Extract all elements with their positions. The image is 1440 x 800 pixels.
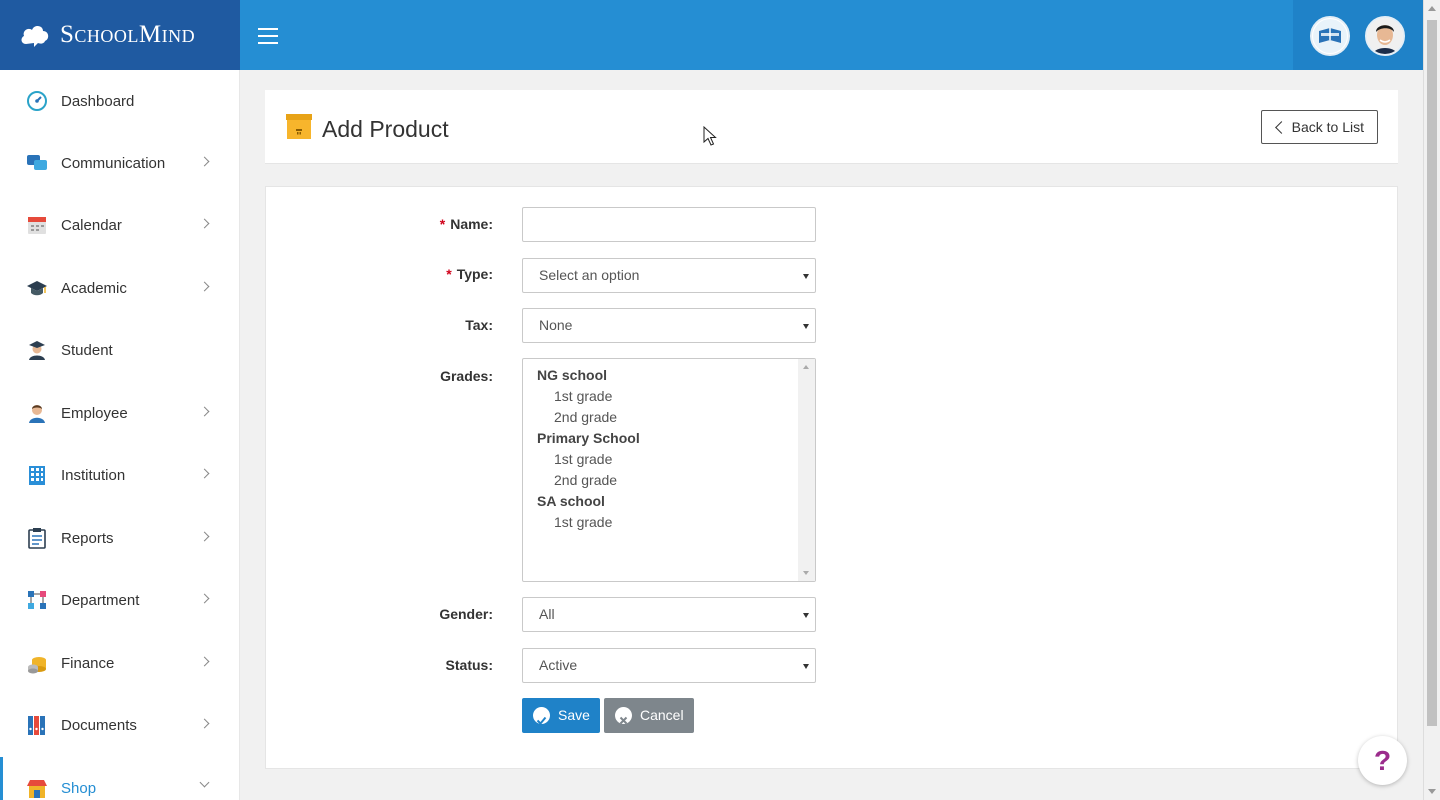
- grade-option[interactable]: 1st grade: [537, 449, 640, 470]
- scroll-down-icon[interactable]: [803, 571, 809, 575]
- type-select-value: Select an option: [539, 267, 640, 283]
- type-select[interactable]: Select an option: [522, 258, 816, 293]
- menu-toggle-icon[interactable]: [258, 28, 278, 44]
- help-icon: ?: [1373, 745, 1392, 776]
- grades-label: Grades:: [440, 368, 493, 384]
- mouse-cursor-icon: [703, 126, 717, 146]
- scroll-down-icon[interactable]: [1428, 789, 1436, 794]
- header-actions: [1293, 0, 1423, 70]
- employee-icon: [26, 402, 48, 424]
- page-title: Add Product: [322, 116, 449, 142]
- grade-option[interactable]: 2nd grade: [537, 407, 640, 428]
- grades-list: NG school 1st grade 2nd grade Primary Sc…: [537, 365, 640, 533]
- close-circle-icon: [615, 707, 632, 725]
- org-chart-icon: [26, 589, 48, 611]
- top-bar: SchoolMind: [0, 0, 1423, 70]
- type-label: * Type:: [446, 266, 493, 282]
- dashboard-icon: [26, 90, 48, 112]
- chevron-left-icon: [1274, 121, 1288, 134]
- sidebar-item-department[interactable]: Department: [0, 569, 240, 631]
- chevron-right-icon: [199, 593, 210, 604]
- back-to-list-label: Back to List: [1291, 119, 1364, 135]
- sidebar-item-employee[interactable]: Employee: [0, 382, 240, 444]
- book-icon: [1313, 19, 1347, 53]
- grade-group: SA school: [537, 493, 605, 509]
- sidebar: Dashboard Communication Calendar Academi…: [0, 70, 240, 800]
- scroll-up-icon[interactable]: [1428, 6, 1436, 11]
- product-form: * Name: * Type: Select an option Tax: None…: [265, 186, 1398, 769]
- building-icon: [26, 464, 48, 486]
- tax-select-value: None: [539, 317, 573, 333]
- binders-icon: [26, 714, 48, 736]
- page-scrollbar[interactable]: [1423, 0, 1440, 800]
- user-avatar[interactable]: [1365, 16, 1405, 56]
- sidebar-item-student[interactable]: Student: [0, 319, 240, 381]
- brand-logo[interactable]: SchoolMind: [0, 0, 240, 70]
- sidebar-item-documents[interactable]: Documents: [0, 694, 240, 756]
- gender-label: Gender:: [439, 606, 493, 622]
- school-logo-avatar[interactable]: [1310, 16, 1350, 56]
- grades-multiselect[interactable]: NG school 1st grade 2nd grade Primary Sc…: [522, 358, 816, 582]
- status-select[interactable]: Active: [522, 648, 816, 683]
- tax-label: Tax:: [465, 317, 493, 333]
- caret-down-icon: [803, 613, 809, 618]
- shop-icon: [26, 777, 48, 799]
- grade-option[interactable]: 1st grade: [537, 386, 640, 407]
- grade-group: Primary School: [537, 430, 640, 446]
- student-icon: [26, 339, 48, 361]
- chevron-right-icon: [199, 218, 210, 229]
- name-input[interactable]: [522, 207, 816, 242]
- chevron-down-icon: [199, 777, 210, 788]
- chevron-right-icon: [199, 531, 210, 542]
- sidebar-item-shop[interactable]: Shop: [0, 757, 240, 800]
- grade-group: NG school: [537, 367, 608, 383]
- grade-option[interactable]: 1st grade: [537, 512, 640, 533]
- page-header: Add Product Back to List: [265, 90, 1398, 164]
- product-box-icon: [286, 114, 312, 139]
- chevron-right-icon: [199, 718, 210, 729]
- caret-down-icon: [803, 664, 809, 669]
- sidebar-item-finance[interactable]: Finance: [0, 632, 240, 694]
- grades-scrollbar[interactable]: [798, 359, 815, 581]
- chat-icon: [26, 152, 48, 174]
- tax-select[interactable]: None: [522, 308, 816, 343]
- gender-select-value: All: [539, 606, 555, 622]
- save-label: Save: [558, 707, 590, 723]
- scroll-up-icon[interactable]: [803, 365, 809, 369]
- cloud-brain-icon: [21, 25, 49, 47]
- cancel-label: Cancel: [640, 707, 684, 723]
- scrollbar-thumb[interactable]: [1427, 20, 1437, 726]
- sidebar-item-academic[interactable]: Academic: [0, 257, 240, 319]
- help-button[interactable]: ?: [1358, 736, 1407, 785]
- status-label: Status:: [445, 657, 493, 673]
- caret-down-icon: [803, 274, 809, 279]
- sidebar-item-dashboard[interactable]: Dashboard: [0, 70, 240, 132]
- check-circle-icon: [533, 707, 550, 725]
- sidebar-item-communication[interactable]: Communication: [0, 132, 240, 194]
- chevron-right-icon: [199, 468, 210, 479]
- chevron-right-icon: [199, 156, 210, 167]
- chevron-right-icon: [199, 406, 210, 417]
- graduation-cap-icon: [26, 277, 48, 299]
- status-select-value: Active: [539, 657, 578, 673]
- brand-name: SchoolMind: [60, 21, 196, 48]
- chevron-right-icon: [199, 281, 210, 292]
- back-to-list-button[interactable]: Back to List: [1260, 110, 1378, 144]
- sidebar-item-calendar[interactable]: Calendar: [0, 194, 240, 256]
- cancel-button[interactable]: Cancel: [604, 698, 694, 733]
- clipboard-icon: [26, 527, 48, 549]
- user-photo-icon: [1367, 18, 1403, 54]
- calendar-icon: [26, 214, 48, 236]
- coins-icon: [26, 652, 48, 674]
- chevron-right-icon: [199, 656, 210, 667]
- sidebar-item-institution[interactable]: Institution: [0, 444, 240, 506]
- save-button[interactable]: Save: [522, 698, 600, 733]
- name-label: * Name:: [439, 216, 493, 232]
- gender-select[interactable]: All: [522, 597, 816, 632]
- sidebar-item-reports[interactable]: Reports: [0, 507, 240, 569]
- caret-down-icon: [803, 324, 809, 329]
- grade-option[interactable]: 2nd grade: [537, 470, 640, 491]
